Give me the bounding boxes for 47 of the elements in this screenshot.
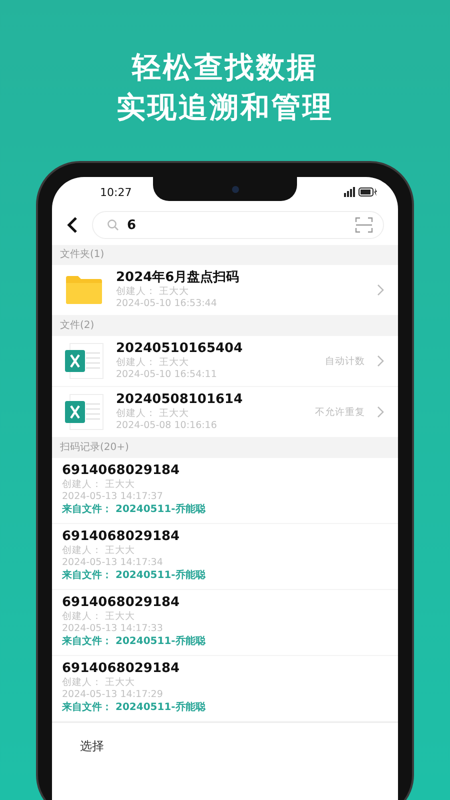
mode-label: 不允许重复 xyxy=(315,406,365,418)
record-item[interactable]: 6914068029184 创建人： 王大大 2024-05-13 14:17:29 来自文件： 20240511-乔能聪 xyxy=(52,656,398,722)
signal-battery-icon xyxy=(344,187,378,197)
barcode-number: 6914068029184 xyxy=(62,463,181,479)
list-item[interactable]: 20240510165404 创建人： 王大大 2024-05-10 16:54:11 自动计数 xyxy=(52,336,398,387)
timestamp: 2024-05-13 14:17:33 xyxy=(62,623,164,635)
camera-icon xyxy=(232,186,238,192)
select-button[interactable]: 选择 xyxy=(80,739,104,753)
chevron-right-icon xyxy=(377,406,384,418)
item-title: 20240510165404 xyxy=(116,341,244,357)
item-title: 20240508101614 xyxy=(116,392,244,408)
status-time: 10:27 xyxy=(100,186,132,198)
spreadsheet-icon xyxy=(64,343,104,379)
timestamp: 2024-05-10 16:53:44 xyxy=(116,298,218,310)
headline: 实现追溯和管理 xyxy=(116,90,334,124)
chevron-right-icon xyxy=(377,355,384,367)
spreadsheet-icon xyxy=(64,394,104,430)
creator-text: 创建人： 王大大 xyxy=(62,611,136,623)
barcode-number: 6914068029184 xyxy=(62,661,181,677)
back-icon[interactable] xyxy=(66,216,78,234)
creator-text: 创建人： 王大大 xyxy=(116,408,190,420)
section-header: 扫码记录(20+) xyxy=(52,438,398,458)
timestamp: 2024-05-13 14:17:34 xyxy=(62,557,164,569)
section-header: 文件(2) xyxy=(52,316,398,336)
record-item[interactable]: 6914068029184 创建人： 王大大 2024-05-13 14:17:34 来自文件： 20240511-乔能聪 xyxy=(52,524,398,590)
timestamp: 2024-05-08 10:16:16 xyxy=(116,420,218,432)
search-field[interactable]: 6 xyxy=(92,211,384,239)
chevron-right-icon xyxy=(377,284,384,296)
mode-label: 自动计数 xyxy=(325,354,365,368)
creator-text: 创建人： 王大大 xyxy=(62,545,136,557)
record-item[interactable]: 6914068029184 创建人： 王大大 2024-05-13 14:17:33 来自文件： 20240511-乔能聪 xyxy=(52,590,398,656)
record-item[interactable]: 6914068029184 创建人： 王大大 2024-05-13 14:17:37 来自文件： 20240511-乔能聪 xyxy=(52,458,398,524)
scan-icon[interactable] xyxy=(355,217,373,233)
section-header: 文件夹(1) xyxy=(52,245,398,265)
timestamp: 2024-05-13 14:17:37 xyxy=(62,491,164,503)
creator-text: 创建人： 王大大 xyxy=(116,286,190,298)
barcode-number: 6914068029184 xyxy=(62,529,181,545)
timestamp: 2024-05-13 14:17:29 xyxy=(62,689,164,701)
headline: 轻松查找数据 xyxy=(132,50,318,84)
folder-icon xyxy=(64,275,104,305)
search-icon xyxy=(107,219,119,231)
item-title: 2024年6月盘点扫码 xyxy=(116,270,240,286)
timestamp: 2024-05-10 16:54:11 xyxy=(116,369,218,381)
creator-text: 创建人： 王大大 xyxy=(62,677,136,689)
barcode-number: 6914068029184 xyxy=(62,595,181,611)
creator-text: 创建人： 王大大 xyxy=(62,479,136,491)
creator-text: 创建人： 王大大 xyxy=(116,357,190,369)
